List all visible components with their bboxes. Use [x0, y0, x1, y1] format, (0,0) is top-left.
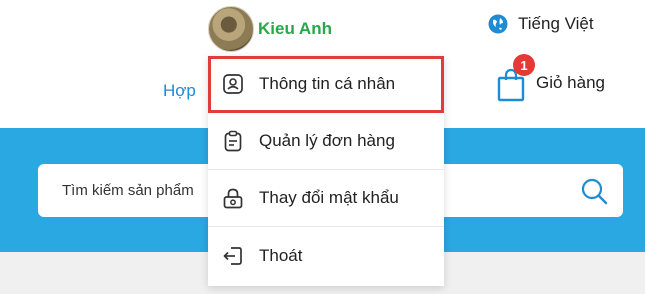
avatar[interactable] [208, 6, 254, 52]
menu-item-change-password[interactable]: Thay đổi mật khẩu [208, 170, 444, 227]
profile-icon [223, 74, 243, 94]
menu-item-label: Quản lý đơn hàng [259, 131, 395, 150]
language-selector[interactable]: Tiếng Việt [488, 14, 594, 34]
cart-count-badge: 1 [513, 54, 535, 76]
menu-item-logout[interactable]: Thoát [208, 227, 444, 284]
menu-item-label: Thoát [259, 245, 303, 265]
language-label: Tiếng Việt [518, 14, 594, 33]
search-icon[interactable] [579, 176, 609, 206]
clipboard-icon [224, 130, 242, 152]
cart-label: Giỏ hàng [536, 73, 605, 92]
nav-link-partial[interactable]: Hợp [163, 81, 196, 101]
cart-button[interactable]: 1 Giỏ hàng [496, 54, 605, 102]
logout-icon [223, 246, 242, 265]
lock-icon [223, 188, 243, 209]
menu-item-label: Thông tin cá nhân [259, 74, 396, 93]
user-name[interactable]: Kieu Anh [258, 19, 332, 39]
menu-item-orders[interactable]: Quản lý đơn hàng [208, 113, 444, 170]
user-dropdown-menu: Thông tin cá nhân Quản lý đơn hàng Thay … [208, 56, 444, 286]
menu-item-profile[interactable]: Thông tin cá nhân [208, 56, 444, 113]
globe-icon [488, 14, 508, 34]
user-account[interactable]: Kieu Anh [208, 6, 332, 52]
menu-item-label: Thay đổi mật khẩu [259, 188, 399, 207]
